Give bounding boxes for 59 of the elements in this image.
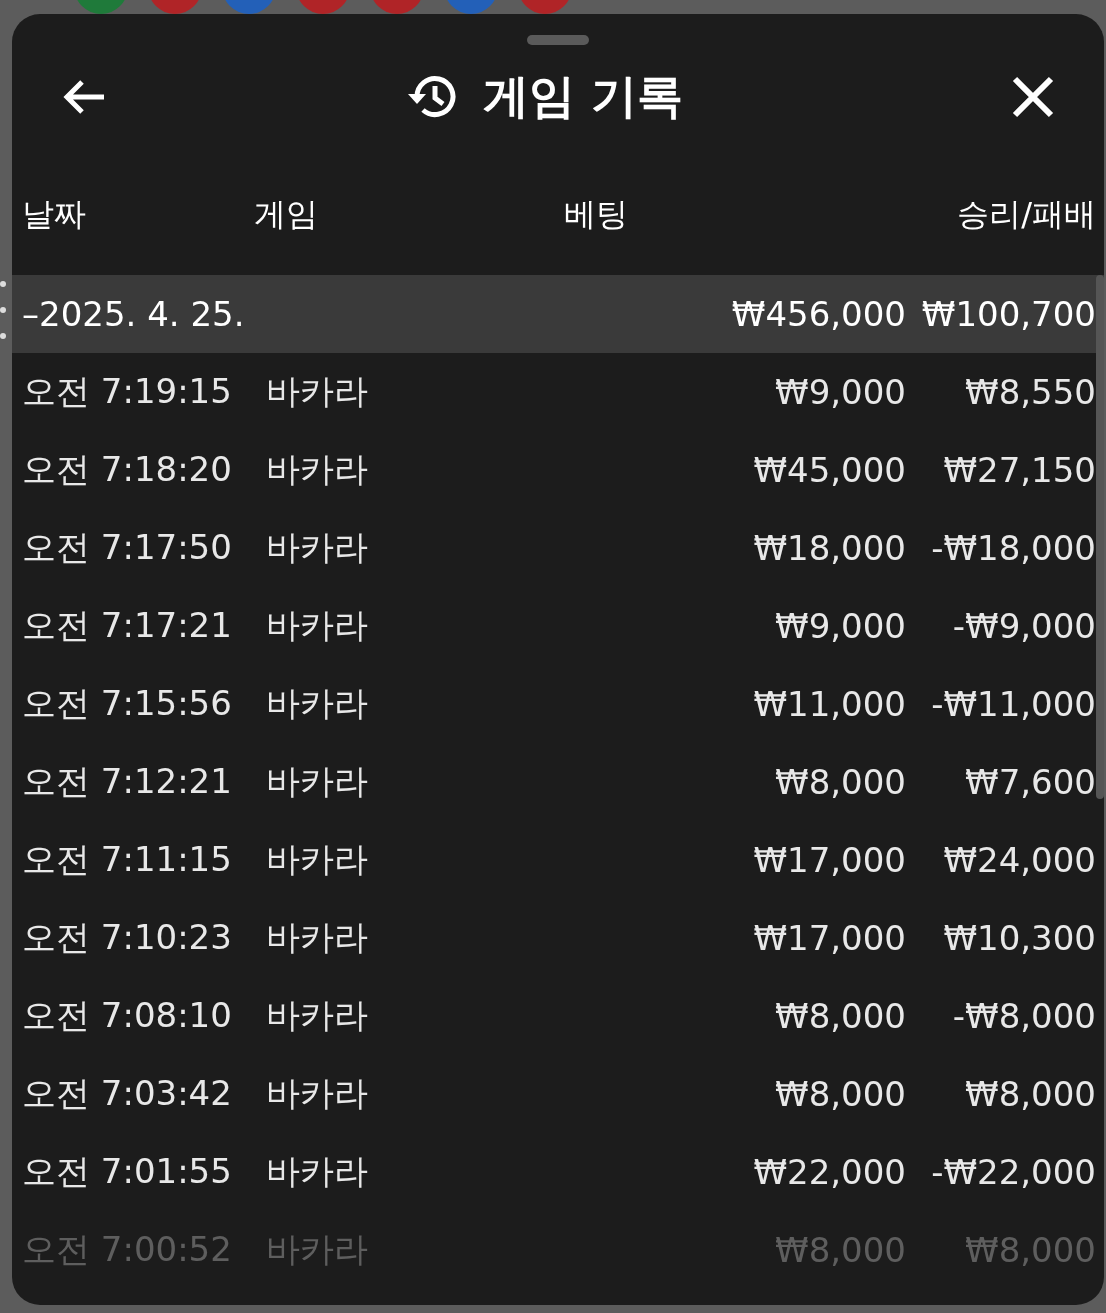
bet-cell: ₩18,000	[753, 528, 906, 568]
time-cell-text: 오전 7:11:15	[22, 838, 233, 881]
result-cell-text: -₩18,000	[930, 528, 1096, 568]
column-header: 게임	[254, 194, 319, 235]
game-cell-text: 바카라	[266, 1072, 369, 1115]
time-cell-text: 오전 7:17:21	[22, 604, 233, 647]
result-cell-text: ₩8,000	[964, 1074, 1096, 1114]
bet-cell: ₩9,000	[775, 606, 906, 646]
time-cell-text: 오전 7:01:55	[22, 1150, 233, 1193]
result-cell-text: ₩8,000	[964, 1230, 1096, 1270]
column-header: 승리/패배	[957, 194, 1096, 235]
bet-cell: ₩22,000	[753, 1152, 906, 1192]
result-cell-text: ₩10,300	[942, 918, 1096, 958]
result-cell-text: ₩24,000	[942, 840, 1096, 880]
dots-icon	[0, 280, 6, 340]
result-cell-text: -₩8,000	[951, 996, 1096, 1036]
drag-handle[interactable]	[527, 35, 589, 45]
game-cell-text: 바카라	[266, 448, 369, 491]
game-cell-text: 바카라	[266, 838, 369, 881]
game-cell-text: 바카라	[266, 604, 369, 647]
time-cell-text: 오전 7:03:42	[22, 1072, 233, 1115]
game-cell-text: 바카라	[266, 1228, 369, 1271]
time-cell-text: 오전 7:08:10	[22, 994, 233, 1037]
result-cell-text: ₩7,600	[964, 762, 1096, 802]
result-cell-text: -₩11,000	[930, 684, 1096, 724]
game-cell-text: 바카라	[266, 370, 369, 413]
result-cell-text: -₩22,000	[930, 1152, 1096, 1192]
time-cell-text: 오전 7:10:23	[22, 916, 233, 959]
game-cell-text: 바카라	[266, 526, 369, 569]
scrollbar[interactable]	[1096, 275, 1104, 799]
bet-cell: ₩11,000	[753, 684, 906, 724]
bet-cell: ₩8,000	[775, 1230, 906, 1270]
column-header: 날짜	[22, 194, 87, 235]
game-cell-text: 바카라	[266, 994, 369, 1037]
result-cell-text: ₩8,550	[964, 372, 1096, 412]
game-cell-text: 바카라	[266, 1150, 369, 1193]
bet-cell: ₩17,000	[753, 840, 906, 880]
game-cell-text: 바카라	[266, 916, 369, 959]
close-button[interactable]	[1012, 76, 1054, 118]
date-group-row[interactable]: –2025. 4. 25. ₩456,000 ₩100,700	[12, 275, 1104, 353]
game-cell-text: 바카라	[266, 682, 369, 725]
column-header: 베팅	[564, 194, 629, 235]
bet-cell: ₩8,000	[775, 996, 906, 1036]
time-cell-text: 오전 7:12:21	[22, 760, 233, 803]
time-cell-text: 오전 7:19:15	[22, 370, 233, 413]
result-cell-text: ₩27,150	[942, 450, 1096, 490]
time-cell-text: 오전 7:00:52	[22, 1228, 233, 1271]
time-cell-text: 오전 7:18:20	[22, 448, 233, 491]
bet-cell: ₩8,000	[775, 1074, 906, 1114]
time-cell-text: 오전 7:17:50	[22, 526, 233, 569]
bet-cell: ₩9,000	[775, 372, 906, 412]
bet-cell: ₩17,000	[753, 918, 906, 958]
bet-cell: ₩8,000	[775, 762, 906, 802]
history-icon	[407, 74, 457, 120]
time-cell-text: 오전 7:15:56	[22, 682, 233, 725]
sheet-title: 게임 기록	[483, 68, 683, 125]
result-cell-text: -₩9,000	[951, 606, 1096, 646]
game-cell-text: 바카라	[266, 760, 369, 803]
bet-cell: ₩45,000	[753, 450, 906, 490]
